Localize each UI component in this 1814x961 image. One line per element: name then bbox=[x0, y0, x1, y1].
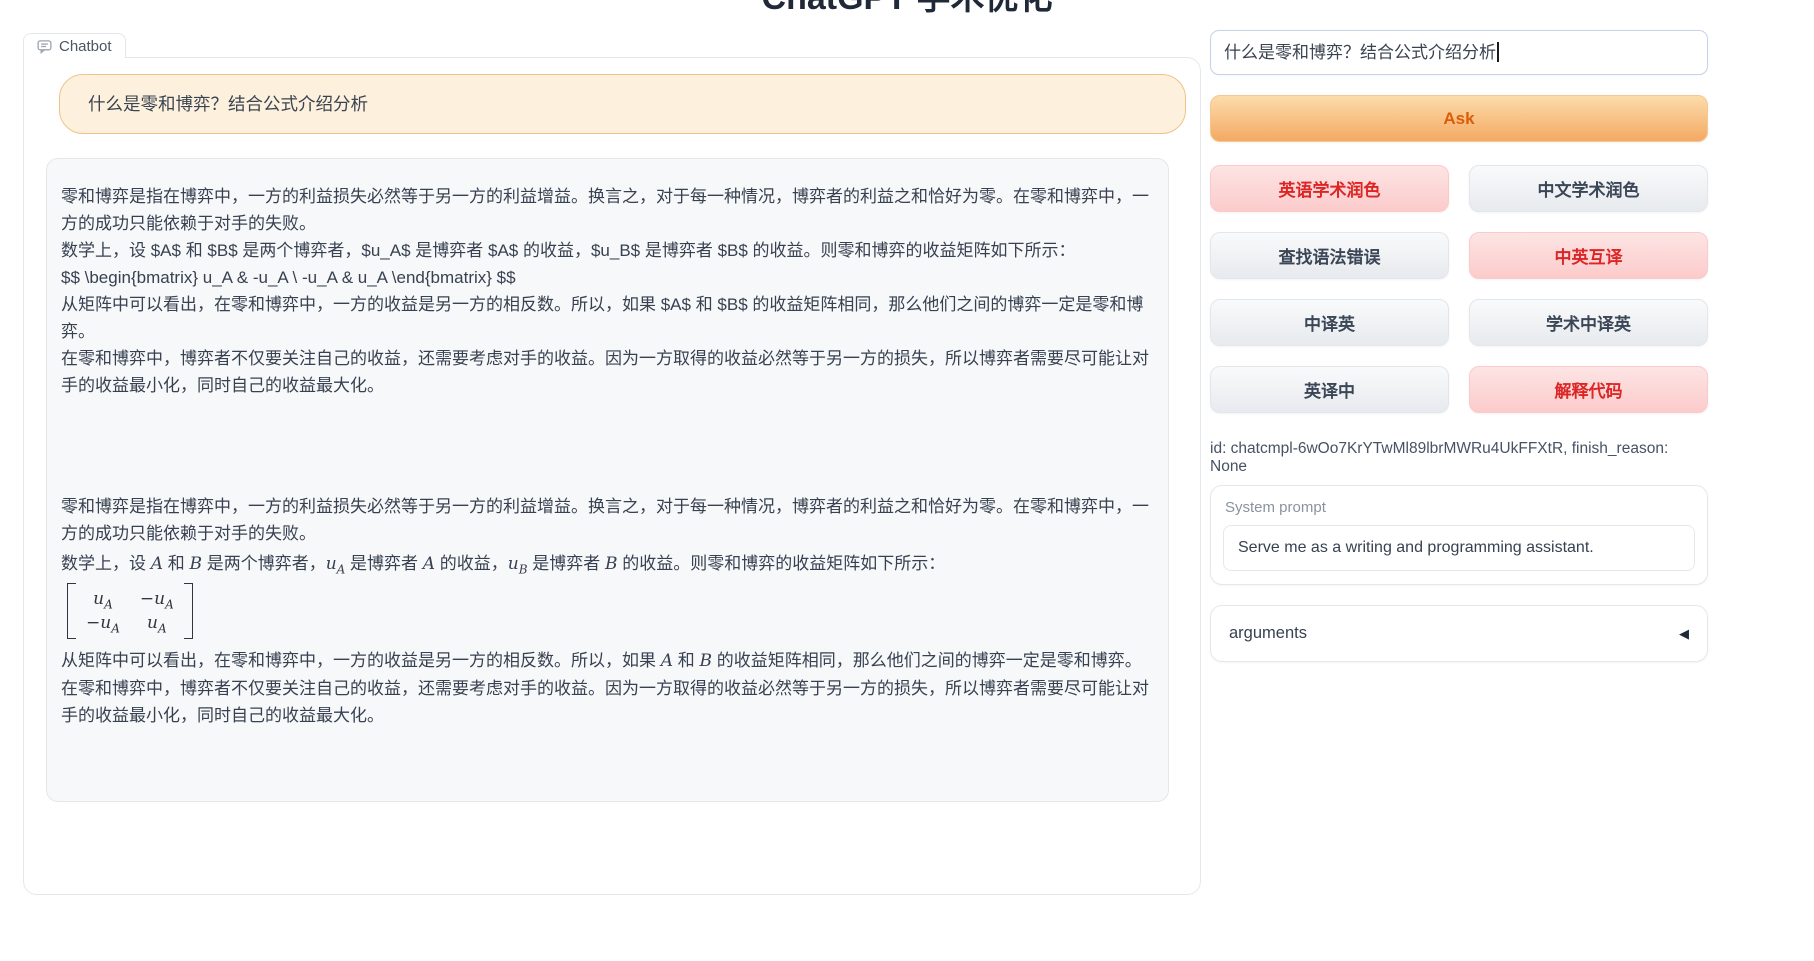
bot-raw-markdown: 零和博弈是指在博弈中，一方的利益损失必然等于另一方的利益增益。换言之，对于每一种… bbox=[61, 183, 1154, 399]
bot-rendered-markdown: 零和博弈是指在博弈中，一方的利益损失必然等于另一方的利益增益。换言之，对于每一种… bbox=[61, 493, 1154, 729]
chatbot-label: Chatbot bbox=[23, 33, 126, 58]
find-grammar-errors-button[interactable]: 查找语法错误 bbox=[1210, 232, 1449, 279]
rendered-paragraph: 从矩阵中可以看出，在零和博弈中，一方的收益是另一方的相反数。所以，如果 A 和 … bbox=[61, 647, 1154, 675]
rendered-paragraph: 在零和博弈中，博弈者不仅要关注自己的收益，还需要考虑对手的收益。因为一方取得的收… bbox=[61, 675, 1154, 729]
raw-paragraph: 零和博弈是指在博弈中，一方的利益损失必然等于另一方的利益增益。换言之，对于每一种… bbox=[61, 183, 1154, 237]
raw-paragraph: 数学上，设 $A$ 和 $B$ 是两个博弈者，$u_A$ 是博弈者 $A$ 的收… bbox=[61, 237, 1154, 264]
question-input-value: 什么是零和博弈？结合公式介绍分析 bbox=[1224, 43, 1496, 62]
matrix-left-bracket bbox=[67, 583, 76, 639]
message-gap bbox=[61, 399, 1154, 493]
chatbot-label-text: Chatbot bbox=[59, 38, 112, 55]
user-message: 什么是零和博弈？结合公式介绍分析 bbox=[59, 74, 1186, 134]
page-title: ChatGPT 学术优化 bbox=[762, 0, 1053, 19]
arguments-accordion[interactable]: arguments ◀ bbox=[1210, 605, 1708, 662]
quick-action-grid: 英语学术润色中文学术润色查找语法错误中英互译中译英学术中译英英译中解释代码 bbox=[1210, 165, 1708, 413]
raw-paragraph: 在零和博弈中，博弈者不仅要关注自己的收益，还需要考虑对手的收益。因为一方取得的收… bbox=[61, 345, 1154, 399]
status-line: id: chatcmpl-6wOo7KrYTwMl89lbrMWRu4UkFFX… bbox=[1210, 440, 1708, 462]
rendered-math-line: 数学上，设 A 和 B 是两个博弈者，uA 是博弈者 A 的收益，uB 是博弈者… bbox=[61, 547, 1154, 581]
en-to-zh-button[interactable]: 英译中 bbox=[1210, 366, 1449, 413]
zh-to-en-button[interactable]: 中译英 bbox=[1210, 299, 1449, 346]
bot-message: 零和博弈是指在博弈中，一方的利益损失必然等于另一方的利益增益。换言之，对于每一种… bbox=[46, 158, 1169, 802]
chat-bubble-icon bbox=[37, 39, 52, 54]
zh-en-mutual-translate-button[interactable]: 中英互译 bbox=[1469, 232, 1708, 279]
control-column: 什么是零和博弈？结合公式介绍分析 Ask 英语学术润色中文学术润色查找语法错误中… bbox=[1210, 30, 1708, 662]
collapse-arrow-icon: ◀ bbox=[1679, 626, 1689, 642]
text-caret bbox=[1497, 42, 1499, 62]
english-academic-polish-button[interactable]: 英语学术润色 bbox=[1210, 165, 1449, 212]
system-prompt-box: System prompt Serve me as a writing and … bbox=[1210, 485, 1708, 585]
payoff-matrix: uA−uA−uAuA bbox=[67, 583, 193, 639]
academic-zh-to-en-button[interactable]: 学术中译英 bbox=[1469, 299, 1708, 346]
matrix-right-bracket bbox=[184, 583, 193, 639]
system-prompt-label: System prompt bbox=[1225, 499, 1695, 516]
rendered-paragraph: 零和博弈是指在博弈中，一方的利益损失必然等于另一方的利益增益。换言之，对于每一种… bbox=[61, 493, 1154, 547]
raw-paragraph: 从矩阵中可以看出，在零和博弈中，一方的收益是另一方的相反数。所以，如果 $A$ … bbox=[61, 291, 1154, 345]
accordion-label: arguments bbox=[1229, 624, 1307, 643]
chinese-academic-polish-button[interactable]: 中文学术润色 bbox=[1469, 165, 1708, 212]
question-input[interactable]: 什么是零和博弈？结合公式介绍分析 bbox=[1210, 30, 1708, 75]
matrix-entries: uA−uA−uAuA bbox=[76, 583, 184, 639]
chatbot-messages[interactable]: 什么是零和博弈？结合公式介绍分析 零和博弈是指在博弈中，一方的利益损失必然等于另… bbox=[23, 57, 1201, 895]
ask-button[interactable]: Ask bbox=[1210, 95, 1708, 142]
raw-paragraph: $$ \begin{bmatrix} u_A & -u_A \ -u_A & u… bbox=[61, 264, 1154, 291]
app: ChatGPT 学术优化 Chatbot 什么是零和博弈？结合公式介绍分析 零和… bbox=[0, 0, 1814, 961]
explain-code-button[interactable]: 解释代码 bbox=[1469, 366, 1708, 413]
system-prompt-input[interactable]: Serve me as a writing and programming as… bbox=[1223, 525, 1695, 571]
